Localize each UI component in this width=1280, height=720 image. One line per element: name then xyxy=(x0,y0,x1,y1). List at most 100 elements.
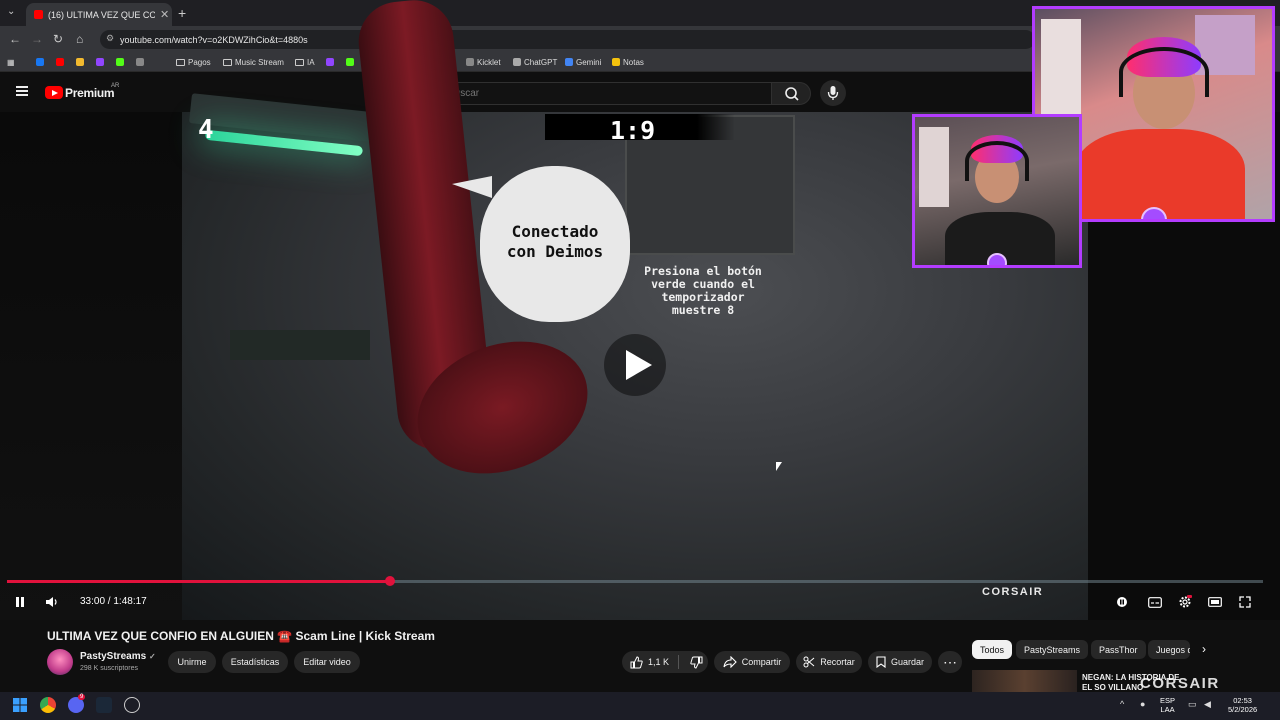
bookmark-item[interactable]: Gemini xyxy=(565,56,601,68)
bookmark-label: Music Stream xyxy=(235,57,284,67)
discord-icon[interactable]: 9 xyxy=(68,694,86,713)
tab-close-icon[interactable]: ✕ xyxy=(160,8,172,21)
bookmark-item[interactable] xyxy=(116,56,124,68)
video-letterbox-left xyxy=(0,112,182,620)
system-clock[interactable]: 02:53 5/2/2026 xyxy=(1228,696,1257,714)
save-button[interactable]: Guardar xyxy=(868,651,932,673)
gear-icon xyxy=(1179,595,1192,608)
bookmark-item[interactable] xyxy=(36,56,44,68)
chip-all[interactable]: Todos xyxy=(972,640,1013,659)
bookmark-favicon-icon xyxy=(36,58,44,66)
headset-image xyxy=(965,141,1029,181)
new-tab-button[interactable]: + xyxy=(178,5,186,21)
channel-avatar[interactable] xyxy=(47,649,73,675)
bookmark-item[interactable] xyxy=(346,56,354,68)
bookmark-item[interactable] xyxy=(136,56,144,68)
bookmark-item[interactable] xyxy=(56,56,64,68)
microphone-tray-icon[interactable]: ● xyxy=(1140,699,1145,709)
bookmark-item[interactable]: Notas xyxy=(612,56,644,68)
bookmark-favicon-icon xyxy=(96,58,104,66)
streamer-badge-icon xyxy=(987,253,1007,265)
chrome-icon[interactable] xyxy=(40,697,56,713)
network-icon[interactable]: ▭ xyxy=(1188,699,1197,710)
apps-icon[interactable]: ▦ xyxy=(7,56,15,68)
search-input[interactable] xyxy=(437,82,772,105)
address-bar[interactable]: ⚙ youtube.com/watch?v=o2KDWZihCio&t=4880… xyxy=(100,30,1035,49)
video-title: ULTIMA VEZ QUE CONFIO EN ALGUIEN ☎️ Scam… xyxy=(47,629,435,643)
voice-search-button[interactable] xyxy=(820,80,846,106)
recommended-video-thumbnail[interactable] xyxy=(972,670,1077,692)
menu-icon[interactable] xyxy=(16,86,28,96)
bookmark-item[interactable] xyxy=(96,56,104,68)
subtitles-button[interactable] xyxy=(1146,590,1164,614)
bookmark-folder[interactable]: Music Stream xyxy=(223,56,284,68)
bookmark-item[interactable]: Kicklet xyxy=(466,56,501,68)
edit-video-button[interactable]: Editar video xyxy=(294,651,360,673)
game-desk xyxy=(230,330,370,360)
subtitles-icon xyxy=(1148,596,1162,608)
more-actions-button[interactable]: ⋯ xyxy=(938,651,962,673)
bookmark-label: Pagos xyxy=(188,57,211,67)
bookmark-favicon-icon xyxy=(513,58,521,66)
speaker-icon[interactable]: ◀ xyxy=(1204,699,1211,710)
windows-start-icon[interactable] xyxy=(12,697,28,713)
progress-bar[interactable] xyxy=(7,576,1263,586)
stats-button[interactable]: Estadísticas xyxy=(222,651,288,673)
share-button[interactable]: Compartir xyxy=(714,651,790,673)
bookmark-favicon-icon xyxy=(326,58,334,66)
chip-games[interactable]: Juegos d xyxy=(1148,640,1190,659)
pause-button[interactable] xyxy=(10,590,30,614)
progress-scrubber-handle[interactable] xyxy=(384,576,395,586)
tray-chevron-icon[interactable]: ^ xyxy=(1120,699,1124,709)
forward-icon[interactable]: → xyxy=(31,32,43,46)
bubble-line-1: Conectado xyxy=(511,222,599,241)
bookmark-folder[interactable]: Pagos xyxy=(176,56,211,68)
chip-channel[interactable]: PastyStreams xyxy=(1016,640,1089,659)
join-button[interactable]: Unirme xyxy=(168,651,216,673)
bookmark-item[interactable] xyxy=(326,56,334,68)
site-info-icon[interactable]: ⚙ xyxy=(106,33,114,44)
verified-icon: ✓ xyxy=(148,652,156,661)
dislike-button[interactable] xyxy=(690,656,703,669)
like-button[interactable]: 1,1 K xyxy=(630,655,670,669)
chip-passthor[interactable]: PassThor xyxy=(1091,640,1146,659)
bookmark-item[interactable]: ChatGPT xyxy=(513,56,557,68)
volume-button[interactable] xyxy=(42,590,62,614)
browser-tab-active[interactable]: (16) ULTIMA VEZ QUE CONFIO ✕ xyxy=(26,3,172,26)
channel-name[interactable]: PastyStreams ✓ xyxy=(80,651,156,662)
theater-mode-button[interactable] xyxy=(1206,590,1224,614)
tab-list-button[interactable]: ⌄ xyxy=(7,6,15,17)
youtube-premium-label[interactable]: Premium xyxy=(65,86,115,100)
bookmark-folder[interactable]: IA xyxy=(295,56,315,68)
bookmark-label: ChatGPT xyxy=(524,57,558,67)
bookmark-item[interactable] xyxy=(76,56,84,68)
mouse-cursor-icon xyxy=(776,462,782,471)
bookmark-label: Notas xyxy=(623,57,644,67)
steam-icon[interactable] xyxy=(96,697,112,713)
scissors-icon xyxy=(803,656,815,668)
language-indicator[interactable]: ESP LAA xyxy=(1160,696,1175,714)
big-play-button[interactable] xyxy=(604,334,666,396)
bookmark-favicon-icon xyxy=(136,58,144,66)
like-count: 1,1 K xyxy=(648,657,670,667)
bookmark-icon xyxy=(876,656,886,668)
app-icon[interactable] xyxy=(124,697,140,713)
country-code: AR xyxy=(111,83,120,89)
like-dislike-group: 1,1 K xyxy=(622,651,708,673)
home-icon[interactable]: ⌂ xyxy=(76,32,83,46)
time-display: 33:00 / 1:48:17 xyxy=(80,596,147,607)
clip-button[interactable]: Recortar xyxy=(796,651,862,673)
bookmark-label: Kicklet xyxy=(477,57,501,67)
reload-icon[interactable]: ↻ xyxy=(53,32,63,46)
chevron-right-icon[interactable]: › xyxy=(1202,642,1206,656)
windows-taskbar xyxy=(0,692,1280,720)
fullscreen-button[interactable] xyxy=(1236,590,1254,614)
settings-button[interactable] xyxy=(1176,590,1194,614)
youtube-logo-icon[interactable] xyxy=(45,86,63,99)
autoplay-toggle[interactable] xyxy=(1114,590,1130,614)
back-icon[interactable]: ← xyxy=(9,32,21,46)
thumbs-up-icon xyxy=(630,655,643,668)
search-button[interactable] xyxy=(771,82,811,105)
autoplay-icon xyxy=(1117,597,1127,607)
subscriber-count: 298 K suscriptores xyxy=(80,665,138,672)
